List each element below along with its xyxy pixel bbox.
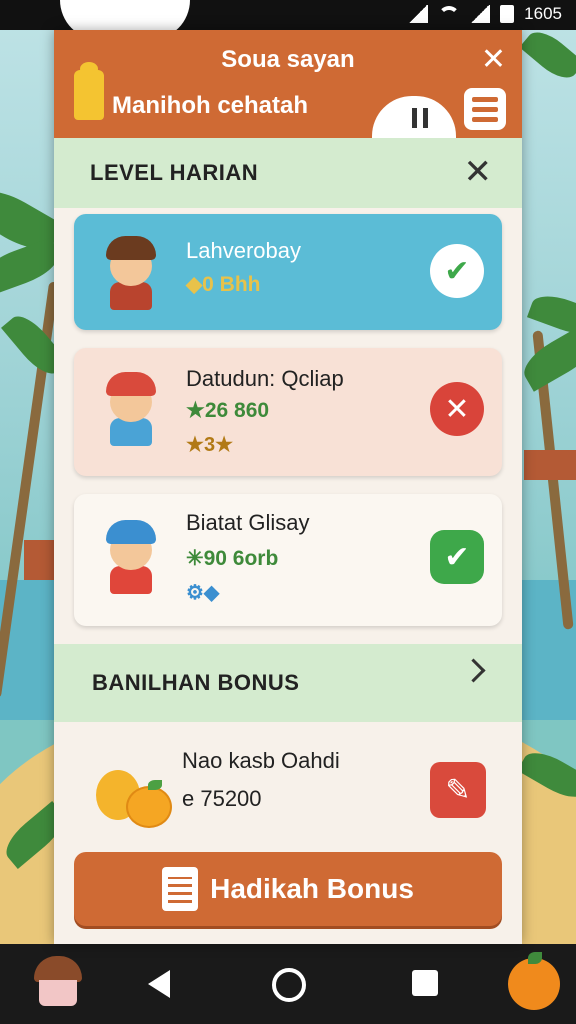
level-card[interactable]: Datudun: Qcliap ★26 860 ★3★ ✕ [74, 348, 502, 476]
battery-icon [500, 5, 515, 23]
check-icon[interactable]: ✔ [430, 530, 484, 584]
bonus-section-header[interactable]: BANILHAN BONUS [54, 644, 522, 722]
panel-title: Soua sayan [221, 46, 355, 73]
status-icons: 1605 [408, 4, 562, 24]
level-stars: ★3★ [186, 434, 233, 456]
home-button[interactable] [272, 968, 306, 1002]
menu-icon[interactable] [464, 88, 506, 130]
orange-icon [508, 952, 560, 1010]
level-card[interactable]: Lahverobay ◆0 Bhh ✔ [74, 214, 502, 330]
bonus-item[interactable]: Nao kasb Oahdi e 75200 ✎ [74, 742, 502, 852]
check-icon[interactable]: ✔ [430, 244, 484, 298]
chevron-right-icon[interactable] [461, 658, 486, 683]
section-title: BANILHAN BONUS [92, 670, 300, 695]
avatar [96, 514, 168, 594]
level-name: Lahverobay [186, 238, 301, 263]
muffin-icon [34, 956, 82, 1006]
avatar [96, 366, 168, 446]
back-button[interactable] [148, 970, 170, 998]
wifi-icon [438, 6, 461, 22]
fruit-icon [96, 762, 172, 828]
bonus-value: e 75200 [182, 786, 262, 811]
panel-header: Soua sayan ✕ Manihoh cehatah [54, 30, 522, 138]
calendar-icon [162, 867, 199, 911]
daily-section-header: LEVEL HARIAN ✕ [54, 138, 522, 208]
bonus-name: Nao kasb Oahdi [182, 748, 340, 773]
claim-bonus-button[interactable]: Hadikah Bonus [74, 852, 502, 926]
status-bar: 1605 [0, 0, 576, 40]
gem-icons: ⚙◆ [186, 582, 220, 604]
panel-subtitle: Manihoh cehatah [112, 92, 309, 119]
cloud-pause-icon[interactable] [372, 96, 456, 138]
signal-icon [470, 5, 491, 23]
close-icon[interactable]: ✕ [481, 42, 506, 77]
section-title: LEVEL HARIAN [90, 160, 259, 185]
avatar [96, 230, 168, 310]
close-section-icon[interactable]: ✕ [464, 152, 493, 192]
level-name: Biatat Glisay [186, 510, 310, 535]
recent-apps-button[interactable] [412, 970, 438, 996]
level-card[interactable]: Biatat Glisay ✳90 6orb ⚙◆ ✔ [74, 494, 502, 626]
x-icon[interactable]: ✕ [430, 382, 484, 436]
level-name: Datudun: Qcliap [186, 366, 344, 391]
claim-bonus-label: Hadikah Bonus [210, 873, 414, 904]
signal-icon [408, 5, 429, 23]
level-score: ✳90 6orb [186, 547, 279, 570]
level-score: ◆0 Bhh [186, 273, 261, 296]
mascot-icon [74, 62, 104, 120]
level-score: ★26 860 [186, 399, 270, 422]
status-time: 1605 [524, 4, 562, 23]
edit-icon[interactable]: ✎ [430, 762, 486, 818]
daily-levels-panel: Soua sayan ✕ Manihoh cehatah LEVEL HARIA… [54, 30, 522, 944]
